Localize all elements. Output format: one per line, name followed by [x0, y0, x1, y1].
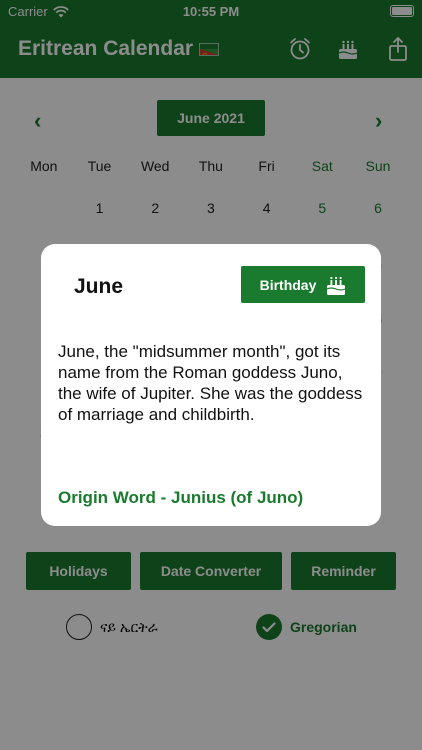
dialog-title: June	[74, 275, 124, 298]
month-description: June, the "midsummer month", got its nam…	[58, 342, 363, 424]
month-info-dialog: June Birthday June, the "midsummer month…	[41, 244, 381, 526]
origin-word: Origin Word - Junius (of Juno)	[58, 488, 304, 507]
birthday-button[interactable]: Birthday	[241, 266, 365, 303]
cake-icon	[327, 276, 346, 295]
birthday-button-label: Birthday	[259, 276, 317, 293]
